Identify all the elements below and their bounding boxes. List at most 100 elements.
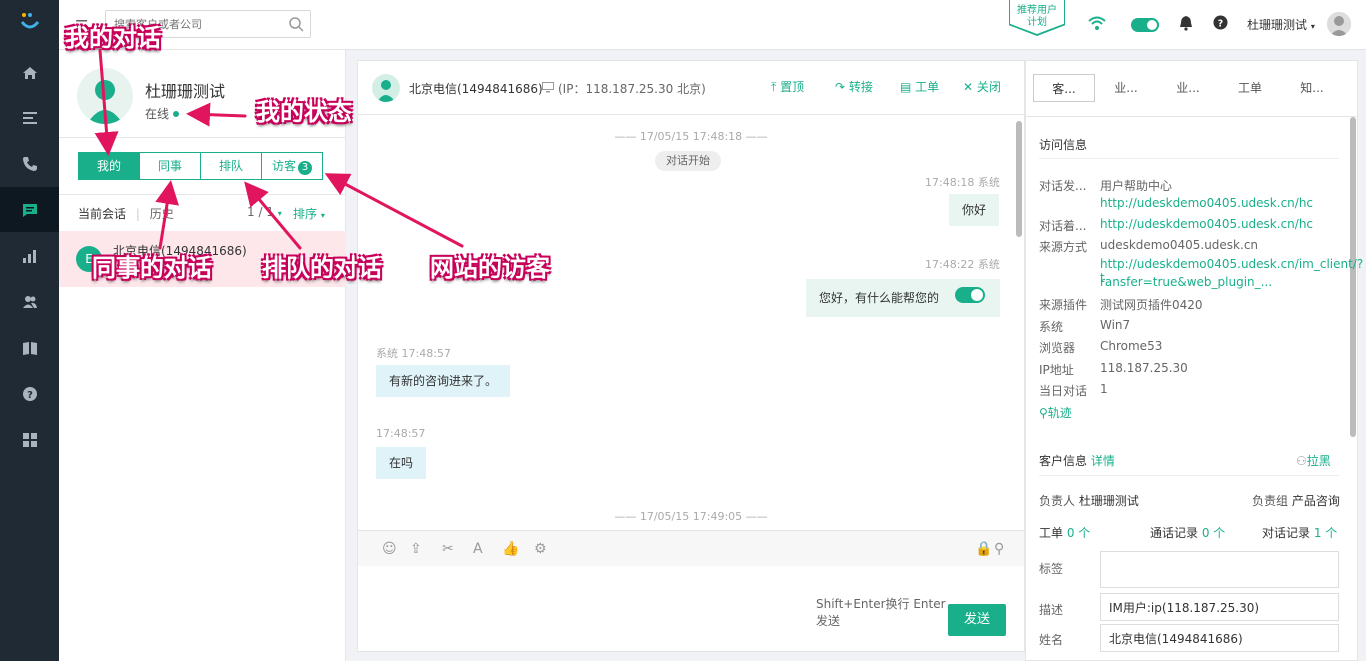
status-toggle[interactable] xyxy=(1131,18,1159,32)
font-icon[interactable]: A xyxy=(473,541,483,557)
info-value: 测试网页插件0420 xyxy=(1100,298,1203,312)
tab-tickets[interactable]: 工单 xyxy=(1219,74,1281,102)
info-link[interactable]: ransfer=true&web_plugin_... xyxy=(1100,275,1272,289)
message-meta: 17:48:57 xyxy=(376,427,426,440)
group-row: 负责组 产品咨询 xyxy=(1252,492,1340,509)
ticket-label: 工单 xyxy=(915,80,940,94)
monitor-icon xyxy=(542,82,554,93)
customer-info-title: 客户信息 详情 xyxy=(1039,452,1115,469)
upload-icon[interactable]: ⇪ xyxy=(410,541,422,557)
avatar[interactable] xyxy=(1327,12,1351,36)
page-label: 1 / 1 xyxy=(247,205,274,219)
pin-button[interactable]: ⤒ 置顶 xyxy=(771,78,804,95)
message-bubble: 有新的咨询进来了。 xyxy=(376,365,511,397)
divider xyxy=(59,137,346,138)
nav-chat-icon[interactable] xyxy=(0,187,59,232)
visit-info-title: 访问信息 xyxy=(1039,138,1088,152)
divider xyxy=(59,194,346,195)
tab-customer[interactable]: 客... xyxy=(1033,74,1095,102)
block-label: 拉黑 xyxy=(1306,454,1331,468)
transfer-label: 转接 xyxy=(848,80,873,94)
close-label: 关闭 xyxy=(976,80,1001,94)
owner-value: 杜珊珊测试 xyxy=(1078,494,1139,508)
annotation-colleague-chats: 同事的对话 xyxy=(92,253,212,282)
info-panel: 客... 业... 业... 工单 知... 访问信息 对话发... 用户帮助中… xyxy=(1025,60,1363,661)
nav-apps-icon[interactable] xyxy=(0,417,59,462)
info-key: 系统 xyxy=(1039,320,1064,334)
agent-status[interactable]: 在线 xyxy=(145,105,180,122)
info-key: 浏览器 xyxy=(1039,341,1076,355)
referral-badge[interactable]: 推荐用户 计划 xyxy=(1010,0,1064,34)
conversation-tabs: 我的 同事 排队 访客 3 xyxy=(78,152,323,180)
info-link[interactable]: http://udeskdemo0405.udesk.cn/hc xyxy=(1100,196,1313,210)
pin-icon: ⤒ xyxy=(771,80,777,94)
track-link[interactable]: ⚲轨迹 xyxy=(1039,404,1072,421)
track-label: 轨迹 xyxy=(1047,406,1072,420)
desc-field[interactable]: IM用户:ip(118.187.25.30) xyxy=(1100,593,1339,621)
nav-list-icon[interactable] xyxy=(0,95,59,140)
nav-users-icon[interactable] xyxy=(0,279,59,324)
ticket-button[interactable]: ▤ 工单 xyxy=(900,78,939,95)
divider xyxy=(1039,475,1339,476)
tab-colleagues[interactable]: 同事 xyxy=(139,152,201,180)
tab-visitors-label: 访客 xyxy=(271,159,296,173)
message-bubble: 你好 xyxy=(949,194,1000,226)
sort-button[interactable]: 排序 ▾ xyxy=(293,205,325,222)
nav-phone-icon[interactable] xyxy=(0,141,59,186)
lock-icon[interactable]: 🔒 xyxy=(975,541,992,557)
ticket-icon: ▤ xyxy=(900,80,912,94)
tab-business-2[interactable]: 业... xyxy=(1157,74,1219,102)
help-icon[interactable]: ? xyxy=(1213,15,1228,30)
info-tabs: 客... 业... 业... 工单 知... xyxy=(1033,74,1343,102)
info-link[interactable]: http://udeskdemo0405.udesk.cn/hc xyxy=(1100,217,1313,231)
tab-queue[interactable]: 排队 xyxy=(200,152,262,180)
scissors-icon[interactable]: ✂ xyxy=(442,541,454,557)
message-toggle[interactable] xyxy=(955,287,985,303)
left-nav: ? xyxy=(0,0,59,661)
nav-home-icon[interactable] xyxy=(0,50,59,95)
composer-toolbar: ☺ ⇪ ✂ A 👍 ⚙ 🔒 ⚲ xyxy=(358,530,1024,566)
info-value: 118.187.25.30 xyxy=(1100,361,1188,375)
history-link[interactable]: 历史 xyxy=(150,207,174,221)
chat-start-label: 对话开始 xyxy=(655,151,721,171)
chat-panel: 北京电信(1494841686) (IP：118.187.25.30 北京) ⤒… xyxy=(357,60,1025,652)
detail-link[interactable]: 详情 xyxy=(1091,454,1115,468)
block-button[interactable]: ⚇拉黑 xyxy=(1296,452,1331,469)
chat-ip: (IP：118.187.25.30 北京) xyxy=(558,82,706,96)
calls-count[interactable]: 通话记录 0 个 xyxy=(1150,524,1225,541)
timestamp-divider: —— 17/05/15 17:49:05 —— xyxy=(614,510,768,523)
group-label: 负责组 xyxy=(1252,494,1289,508)
bell-icon[interactable] xyxy=(1179,15,1193,31)
svg-text:?: ? xyxy=(27,390,33,401)
transfer-button[interactable]: ↷ 转接 xyxy=(835,78,873,95)
user-menu[interactable]: 杜珊珊测试 ▾ xyxy=(1247,16,1315,33)
emoji-icon[interactable]: ☺ xyxy=(382,541,397,557)
info-key: 来源方式 xyxy=(1039,240,1088,254)
page-indicator: 1 / 1 ▾ xyxy=(247,205,282,219)
tab-mine[interactable]: 我的 xyxy=(78,152,140,180)
plugin-icon[interactable]: ⚙ xyxy=(534,541,547,557)
chats-count[interactable]: 对话记录 1 个 xyxy=(1262,524,1337,541)
chats-label: 对话记录 xyxy=(1262,526,1311,540)
tab-knowledge[interactable]: 知... xyxy=(1281,74,1343,102)
send-button[interactable]: 发送 xyxy=(948,604,1006,636)
tickets-count[interactable]: 工单 0 个 xyxy=(1039,524,1090,541)
name-field[interactable]: 北京电信(1494841686) xyxy=(1100,624,1339,652)
visitor-count-badge: 3 xyxy=(298,161,312,175)
thumbs-up-icon[interactable]: 👍 xyxy=(502,541,519,557)
search-icon[interactable]: ⚲ xyxy=(994,541,1004,557)
search-icon[interactable] xyxy=(288,16,304,32)
current-sessions-link[interactable]: 当前会话 xyxy=(78,207,126,221)
divider xyxy=(1039,158,1339,159)
chat-title: 北京电信(1494841686) xyxy=(409,82,543,96)
chat-scrollbar[interactable] xyxy=(1016,121,1022,237)
tag-field[interactable] xyxy=(1100,551,1339,588)
tab-business-1[interactable]: 业... xyxy=(1095,74,1157,102)
close-button[interactable]: ✕ 关闭 xyxy=(963,78,1001,95)
annotation-queue-chats: 排队的对话 xyxy=(262,253,382,282)
nav-stats-icon[interactable] xyxy=(0,233,59,278)
nav-help-icon[interactable]: ? xyxy=(0,371,59,416)
tab-visitors[interactable]: 访客 3 xyxy=(261,152,323,180)
nav-book-icon[interactable] xyxy=(0,325,59,370)
tag-label: 标签 xyxy=(1039,562,1064,576)
